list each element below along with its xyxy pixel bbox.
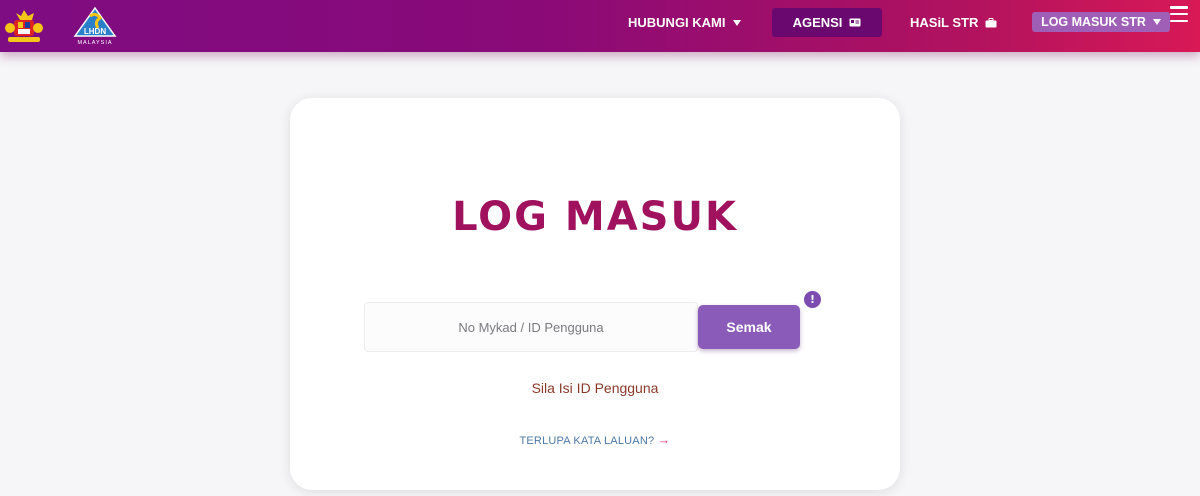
nav-agency-button[interactable]: AGENSI xyxy=(772,8,882,37)
user-id-input[interactable] xyxy=(364,302,698,352)
id-card-icon xyxy=(849,18,861,27)
lhdn-logo-subtext: MALAYSIA xyxy=(77,40,112,46)
hamburger-menu-icon[interactable] xyxy=(1170,6,1188,22)
chevron-down-icon xyxy=(1152,19,1161,25)
chevron-down-icon xyxy=(732,19,741,26)
nav-result-label: HASiL STR xyxy=(910,15,979,30)
nav-contact-dropdown[interactable]: HUBUNGI KAMI xyxy=(628,8,741,37)
briefcase-icon xyxy=(985,17,997,27)
info-icon[interactable]: ! xyxy=(804,291,821,308)
nav-contact-label: HUBUNGI KAMI xyxy=(628,15,726,30)
nav-agency-label: AGENSI xyxy=(792,15,843,30)
malaysia-crest-logo[interactable] xyxy=(4,8,44,44)
page-title: LOG MASUK xyxy=(452,194,738,240)
lhdn-logo[interactable]: LHDN MALAYSIA xyxy=(70,6,120,46)
arrow-right-icon: → xyxy=(657,432,671,447)
check-button[interactable]: Semak xyxy=(698,305,800,349)
lhdn-logo-text: LHDN xyxy=(84,27,106,36)
forgot-password-label: TERLUPA KATA LALUAN? xyxy=(519,435,655,447)
forgot-password-link[interactable]: TERLUPA KATA LALUAN? → xyxy=(290,432,900,447)
nav-login-dropdown[interactable]: LOG MASUK STR xyxy=(1032,12,1170,32)
nav-result-link[interactable]: HASiL STR xyxy=(910,8,997,37)
validation-message: Sila Isi ID Pengguna xyxy=(531,380,659,396)
lhdn-icon: LHDN MALAYSIA xyxy=(73,6,117,46)
top-navbar: LHDN MALAYSIA HUBUNGI KAMI AGENSI HASiL … xyxy=(0,0,1200,52)
crest-icon xyxy=(5,10,43,42)
login-card: LOG MASUK Semak ! Sila Isi ID Pengguna T… xyxy=(290,98,900,490)
nav-login-label: LOG MASUK STR xyxy=(1041,15,1146,29)
